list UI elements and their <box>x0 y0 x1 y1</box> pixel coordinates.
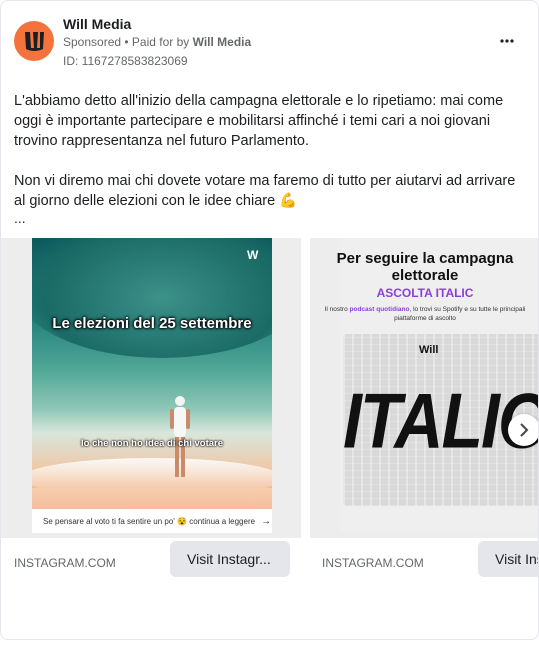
card-2-image-title: Per seguire la campagna elettorale <box>336 250 514 284</box>
small-text-suffix: , lo trovi su Spotify e su tutte le prin… <box>394 306 526 322</box>
card-2-domain: INSTAGRAM.COM <box>322 556 424 570</box>
post-paragraph-1: L'abbiamo detto all'inizio della campagn… <box>14 93 504 149</box>
card-1-image-caption: Io che non ho idea di chi votare <box>81 438 223 449</box>
sponsored-line: Sponsored • Paid for by Will Media <box>63 35 251 49</box>
post-paragraph-2: Non vi diremo mai chi dovete votare ma f… <box>14 173 516 209</box>
sponsored-label: Sponsored <box>63 35 122 49</box>
ad-id: ID: 1167278583823069 <box>63 54 188 68</box>
card-1-image-footer: Se pensare al voto ti fa sentire un po' … <box>32 509 272 533</box>
poster-logo: Will <box>419 344 439 356</box>
card-1-visit-button[interactable]: Visit Instagr... <box>170 541 290 577</box>
post-body: L'abbiamo detto all'inizio della campagn… <box>14 91 526 231</box>
card-1-image-title: Le elezioni del 25 settembre <box>52 315 252 332</box>
page-name[interactable]: Will Media <box>63 16 131 32</box>
see-more-ellipsis[interactable]: ... <box>14 210 26 226</box>
paid-for-prefix: • Paid for by <box>121 35 193 49</box>
card-2-visit-button[interactable]: Visit Ins <box>478 541 538 577</box>
will-logo-icon <box>25 32 44 51</box>
carousel-next-button[interactable] <box>508 414 538 446</box>
small-text-prefix: Il nostro <box>324 306 350 313</box>
ad-card: Will Media Sponsored • Paid for by Will … <box>0 0 539 640</box>
carousel-card-2[interactable]: Per seguire la campagna elettorale ASCOL… <box>310 238 538 538</box>
italic-poster: Will ITALIC <box>343 334 538 506</box>
carousel: W Le elezioni del 25 settembre Io che no… <box>1 238 538 588</box>
card-1-domain: INSTAGRAM.COM <box>14 556 116 570</box>
small-text-highlight: podcast quotidiano <box>349 306 410 313</box>
page-avatar[interactable] <box>14 21 54 61</box>
more-options-icon[interactable] <box>495 29 519 53</box>
paid-for-name[interactable]: Will Media <box>193 35 252 49</box>
carousel-card-1[interactable]: W Le elezioni del 25 settembre Io che no… <box>1 238 301 538</box>
chevron-right-icon <box>520 423 529 437</box>
card-2-image-small-text: Il nostro podcast quotidiano, lo trovi s… <box>310 305 538 323</box>
will-logo-icon: W <box>247 248 259 262</box>
carousel-image-1[interactable] <box>32 238 272 533</box>
card-2-image-subtitle: ASCOLTA ITALIC <box>376 286 474 300</box>
arrow-right-icon: → <box>261 515 272 527</box>
card-1-footer-text: Se pensare al voto ti fa sentire un po' … <box>43 516 256 526</box>
